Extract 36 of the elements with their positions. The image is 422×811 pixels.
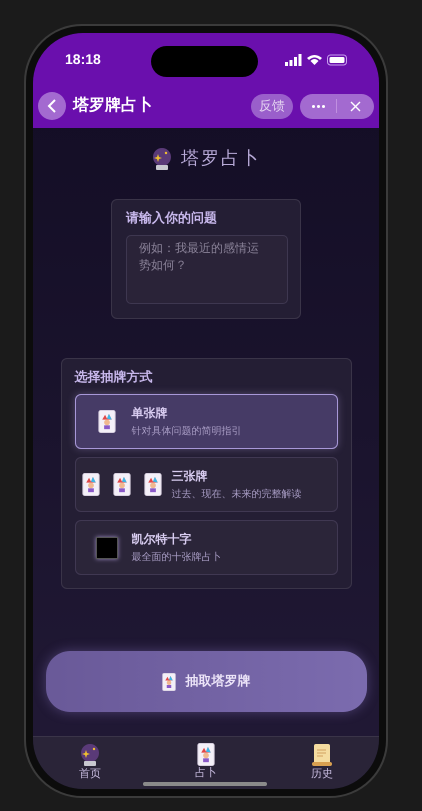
more-icon xyxy=(312,104,324,108)
tab-item[interactable]: 首页 xyxy=(55,743,125,780)
history-tab-icon xyxy=(311,743,333,767)
back-icon xyxy=(47,99,57,113)
tarot-card-icon xyxy=(144,473,162,496)
battery-icon xyxy=(327,54,347,66)
spread-option[interactable]: 凯尔特十字 最全面的十张牌占卜 xyxy=(74,520,338,575)
tarot-card-icon xyxy=(162,672,176,690)
tarot-card-icon xyxy=(98,410,116,433)
divine-tab-icon xyxy=(197,743,215,766)
status-time: 18:18 xyxy=(65,50,101,69)
tab-item[interactable]: 历史 xyxy=(287,743,357,780)
missing-glyph-icon xyxy=(96,536,118,558)
tarot-card-icon xyxy=(82,473,100,496)
page-title: 塔罗占卜 xyxy=(181,147,261,171)
back-button[interactable] xyxy=(38,92,66,120)
spread-title: 选择抽牌方式 xyxy=(74,371,154,384)
home-tab-icon xyxy=(79,743,101,767)
question-input[interactable]: 例如：我最近的感情运势如何？ xyxy=(126,235,288,304)
spread-option[interactable]: 单张牌 针对具体问题的简明指引 xyxy=(74,394,338,449)
option-description: 过去、现在、未来的完整解读 xyxy=(172,490,302,500)
wifi-icon xyxy=(307,54,322,65)
option-description: 针对具体问题的简明指引 xyxy=(132,426,242,436)
option-title: 凯尔特十字 xyxy=(132,532,192,544)
close-icon xyxy=(350,100,361,112)
signal-icon xyxy=(285,54,302,66)
question-label: 请输入你的问题 xyxy=(126,212,218,225)
option-title: 单张牌 xyxy=(132,406,168,418)
tab-item[interactable]: 占卜 xyxy=(171,743,241,779)
spread-option[interactable]: 三张牌 过去、现在、未来的完整解读 xyxy=(74,457,338,512)
nav-title: 塔罗牌占卜 xyxy=(73,96,154,116)
option-description: 最全面的十张牌占卜 xyxy=(132,552,222,562)
crystal-ball-icon xyxy=(151,146,173,170)
draw-cards-button[interactable]: 抽取塔罗牌 xyxy=(46,651,366,712)
option-title: 三张牌 xyxy=(172,470,208,482)
tarot-card-icon xyxy=(112,473,130,496)
